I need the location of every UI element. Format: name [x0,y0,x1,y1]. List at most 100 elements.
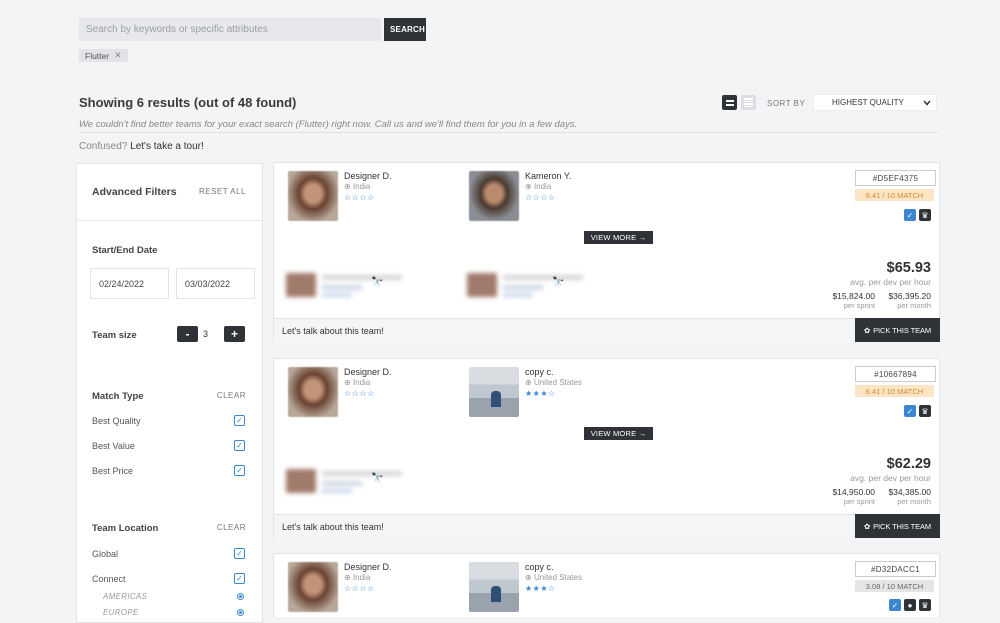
americas-radio[interactable] [237,593,244,600]
pick-team-label: PICK THIS TEAM [873,521,932,531]
region-option-label: EUROPE [103,608,139,617]
team-id-badge: #D5EF4375 [855,170,936,186]
filters-sidebar: Advanced Filters RESET ALL Start/End Dat… [76,163,263,623]
divider [79,132,938,133]
filter-tag-label: Flutter [85,50,110,61]
talk-link[interactable]: Let's talk about this team! [282,326,384,336]
member-location: ⊕ India [525,182,552,191]
results-notice: We couldn't find better teams for your e… [79,119,578,130]
member-name[interactable]: copy c. [525,562,554,572]
member-name[interactable]: Kameron Y. [525,171,571,181]
member-avatar [288,367,338,417]
trophy-icon[interactable]: ♛ [919,209,931,221]
member-rating: ★★★☆ [525,389,556,398]
member-location: ⊕ India [344,182,371,191]
team-location-label: Team Location [92,523,159,534]
end-date-input[interactable]: 03/03/2022 [176,268,255,299]
region-option-label: AMERICAS [103,592,148,601]
trophy-icon[interactable]: ♛ [919,599,931,611]
sort-value: HIGHEST QUALITY [832,98,904,107]
grid-view-icon[interactable] [722,95,737,110]
binoculars-icon[interactable]: 🔭 [371,473,383,484]
europe-radio[interactable] [237,609,244,616]
month-value: $34,385.00 [888,487,931,497]
member-name[interactable]: copy c. [525,367,554,377]
sprint-label: per sprint [843,497,875,506]
team-size-decrement-button[interactable]: - [177,326,198,342]
team-card: Designer D. ⊕ India ☆☆☆☆ copy c. ⊕ Unite… [273,553,940,617]
check-icon[interactable]: ✓ [904,405,916,417]
check-icon[interactable]: ✓ [904,209,916,221]
tour-link[interactable]: Let's take a tour! [130,141,204,152]
sort-select[interactable]: HIGHEST QUALITY [813,94,937,111]
price-subtitle: avg. per dev per hour [850,473,931,483]
month-price: $34,385.00 per month [888,487,931,506]
search-input[interactable] [79,18,381,41]
match-type-label: Match Type [92,391,144,402]
best-quality-checkbox[interactable]: ✓ [234,415,245,426]
blurred-member [286,273,416,299]
match-badge: 6.41 / 10 MATCH [855,189,934,201]
global-checkbox[interactable]: ✓ [234,548,245,559]
member-location-text: India [352,573,371,582]
member-location-text: India [352,182,371,191]
pick-team-button[interactable]: ✿ PICK THIS TEAM [855,318,940,342]
user-icon[interactable]: ● [904,599,916,611]
binoculars-icon[interactable]: 🔭 [552,277,564,288]
talk-link[interactable]: Let's talk about this team! [282,522,384,532]
blurred-member [286,469,416,495]
list-view-icon[interactable] [741,95,756,110]
trophy-icon[interactable]: ♛ [919,405,931,417]
sprint-value: $15,824.00 [832,291,875,301]
match-option-label: Best Quality [92,416,141,426]
match-type-clear-button[interactable]: CLEAR [217,391,246,400]
location-clear-button[interactable]: CLEAR [217,523,246,532]
filters-header: Advanced Filters RESET ALL [77,164,262,221]
member-name[interactable]: Designer D. [344,562,392,572]
month-price: $36,395.20 per month [888,291,931,310]
member-avatar [469,367,519,417]
check-icon[interactable]: ✓ [889,599,901,611]
sprint-value: $14,950.00 [832,487,875,497]
month-label: per month [897,301,931,310]
team-id-badge: #10667894 [855,366,936,382]
match-option-label: Best Value [92,441,135,451]
team-id-badge: #D32DACC1 [855,561,936,577]
binoculars-icon[interactable]: 🔭 [371,277,383,288]
member-location-text: United States [533,378,582,387]
pick-team-button[interactable]: ✿ PICK THIS TEAM [855,514,940,538]
member-name[interactable]: Designer D. [344,367,392,377]
member-location-text: United States [533,573,582,582]
price-per-hour: $62.29 [886,456,931,472]
sprint-price: $14,950.00 per sprint [832,487,875,506]
search-button[interactable]: SEARCH [384,18,426,41]
member-location-text: India [533,182,552,191]
connect-checkbox[interactable]: ✓ [234,573,245,584]
filters-title: Advanced Filters [92,186,177,198]
member-location-text: India [352,378,371,387]
team-card: Designer D. ⊕ India ☆☆☆☆ copy c. ⊕ Unite… [273,358,940,539]
sprint-price: $15,824.00 per sprint [832,291,875,310]
reset-all-button[interactable]: RESET ALL [199,187,246,196]
card-footer: Let's talk about this team! ✿ PICK THIS … [274,514,940,539]
location-option-label: Global [92,549,119,559]
close-icon[interactable]: ✕ [114,50,122,61]
start-date-input[interactable]: 02/24/2022 [90,268,169,299]
price-subtitle: avg. per dev per hour [850,277,931,287]
member-rating: ☆☆☆☆ [344,389,375,398]
view-more-button[interactable]: VIEW MORE → [584,427,653,440]
best-value-checkbox[interactable]: ✓ [234,440,245,451]
view-more-button[interactable]: VIEW MORE → [584,231,653,244]
match-option-label: Best Price [92,466,134,476]
results-title: Showing 6 results (out of 48 found) [79,95,297,110]
chevron-down-icon [923,100,931,106]
team-size-increment-button[interactable]: + [224,326,245,342]
location-option-label: Connect [92,574,126,584]
best-price-checkbox[interactable]: ✓ [234,465,245,476]
member-avatar [288,562,338,612]
member-name[interactable]: Designer D. [344,171,392,181]
member-location: ⊕ United States [525,573,582,582]
sort-label: SORT BY [767,99,806,108]
member-avatar [469,562,519,612]
member-rating: ☆☆☆☆ [525,193,556,202]
